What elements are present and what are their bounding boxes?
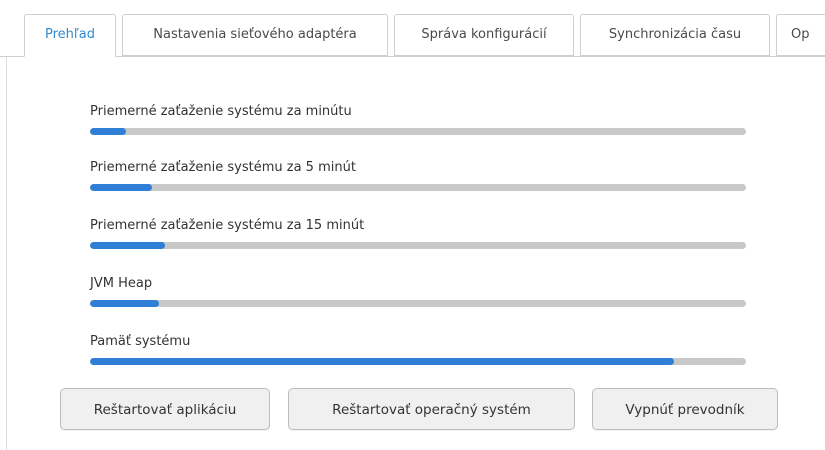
progress-fill xyxy=(90,242,166,249)
restart-os-button[interactable]: Reštartovať operačný systém xyxy=(288,388,575,430)
shutdown-button[interactable]: Vypnúť prevodník xyxy=(592,388,778,430)
metric-system-memory: Pamäť systému xyxy=(90,334,746,365)
progress-track xyxy=(90,358,746,365)
progress-fill xyxy=(90,300,159,307)
tab-bar-divider xyxy=(0,56,825,57)
metric-jvm-heap: JVM Heap xyxy=(90,276,746,307)
progress-track xyxy=(90,128,746,135)
progress-track xyxy=(90,242,746,249)
tab-network-adapter-settings[interactable]: Nastavenia sieťového adaptéra xyxy=(122,14,388,56)
metric-label: JVM Heap xyxy=(90,276,153,291)
metric-load-5min: Priemerné zaťaženie systému za 5 minút xyxy=(90,160,746,191)
progress-fill xyxy=(90,184,153,191)
metric-label: Priemerné zaťaženie systému za 5 minút xyxy=(90,160,356,175)
metric-label: Pamäť systému xyxy=(90,334,191,349)
tab-configuration-management[interactable]: Správa konfigurácií xyxy=(394,14,574,56)
metric-load-15min: Priemerné zaťaženie systému za 15 minút xyxy=(90,218,746,249)
tab-bar: Prehľad Nastavenia sieťového adaptéra Sp… xyxy=(0,14,825,57)
tab-overview[interactable]: Prehľad xyxy=(24,14,116,57)
progress-fill xyxy=(90,128,127,135)
tab-more[interactable]: Op xyxy=(776,14,825,56)
progress-track xyxy=(90,300,746,307)
metric-load-1min: Priemerné zaťaženie systému za minútu xyxy=(90,104,746,135)
metric-label: Priemerné zaťaženie systému za 15 minút xyxy=(90,218,365,233)
metric-label: Priemerné zaťaženie systému za minútu xyxy=(90,104,352,119)
tab-time-sync[interactable]: Synchronizácia času xyxy=(580,14,770,56)
content-left-border xyxy=(6,57,7,450)
progress-track xyxy=(90,184,746,191)
progress-fill xyxy=(90,358,674,365)
restart-app-button[interactable]: Reštartovať aplikáciu xyxy=(60,388,270,430)
